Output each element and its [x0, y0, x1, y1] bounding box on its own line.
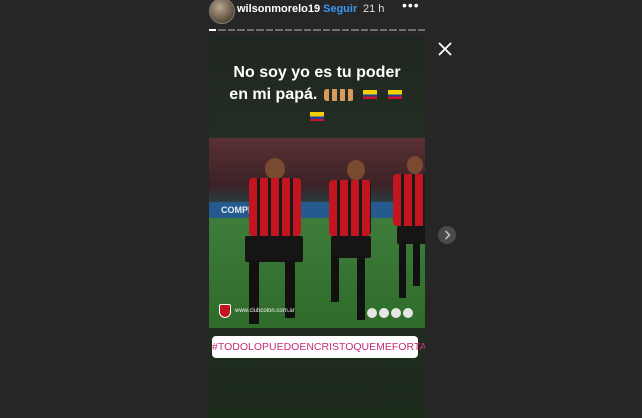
progress-segment [284, 29, 293, 31]
progress-segment [351, 29, 359, 31]
follow-button[interactable]: Seguir [323, 3, 357, 15]
progress-segment [246, 29, 255, 31]
progress-segment [237, 29, 245, 31]
progress-segment [341, 29, 350, 31]
progress-segment [360, 29, 369, 31]
progress-segment [294, 29, 302, 31]
story-frame[interactable]: No soy yo es tu poder en mi papá. COMPE [209, 36, 425, 418]
progress-segment [332, 29, 340, 31]
more-options-icon[interactable]: ••• [402, 0, 420, 13]
post-time: 21 h [363, 3, 385, 15]
progress-segment [303, 29, 312, 31]
facebook-icon [367, 308, 377, 318]
story-caption: No soy yo es tu poder en mi papá. [209, 62, 425, 128]
progress-segment [275, 29, 283, 31]
hashtag-sticker[interactable]: #TODOLOPUEDOENCRISTOQUEMEFORTALECE [212, 336, 425, 358]
chevron-right-icon[interactable] [438, 226, 456, 244]
progress-segment [389, 29, 397, 31]
progress-segment [227, 29, 236, 31]
player-left [237, 156, 307, 328]
progress-segment [209, 29, 217, 31]
progress-segment [408, 29, 416, 31]
progress-segment [379, 29, 388, 31]
progress-segment [370, 29, 378, 31]
progress-segment [398, 29, 407, 31]
youtube-icon [403, 308, 413, 318]
club-website: www.clubcolon.com.ar [235, 308, 295, 314]
story-photo: COMPE www.clubcolon.com.ar [209, 138, 425, 328]
progress-segment [218, 29, 226, 31]
progress-segment [256, 29, 264, 31]
avatar[interactable] [209, 0, 235, 24]
progress-segment [313, 29, 321, 31]
username[interactable]: wilsonmorelo19 [237, 3, 320, 15]
colombia-flag-emoji [310, 112, 324, 122]
progress-segment [265, 29, 274, 31]
player-right [387, 156, 425, 306]
separator-dot: • [314, 3, 318, 14]
praying-hands-emoji [323, 88, 354, 101]
colombia-flag-emoji [363, 90, 378, 100]
player-center [317, 160, 377, 328]
progress-segment [417, 29, 426, 31]
story-progress-bar [209, 29, 426, 32]
caption-line-1: No soy yo es tu poder [233, 64, 401, 81]
colombia-flag-emoji [387, 90, 402, 100]
progress-segment [322, 29, 331, 31]
story-header: wilsonmorelo19 • Seguir 21 h ••• [207, 0, 429, 24]
instagram-icon [379, 308, 389, 318]
club-crest-logo [219, 304, 231, 318]
social-icons [367, 308, 413, 318]
caption-line-2: en mi papá. [229, 86, 318, 103]
close-icon[interactable] [436, 40, 454, 58]
twitter-icon [391, 308, 401, 318]
